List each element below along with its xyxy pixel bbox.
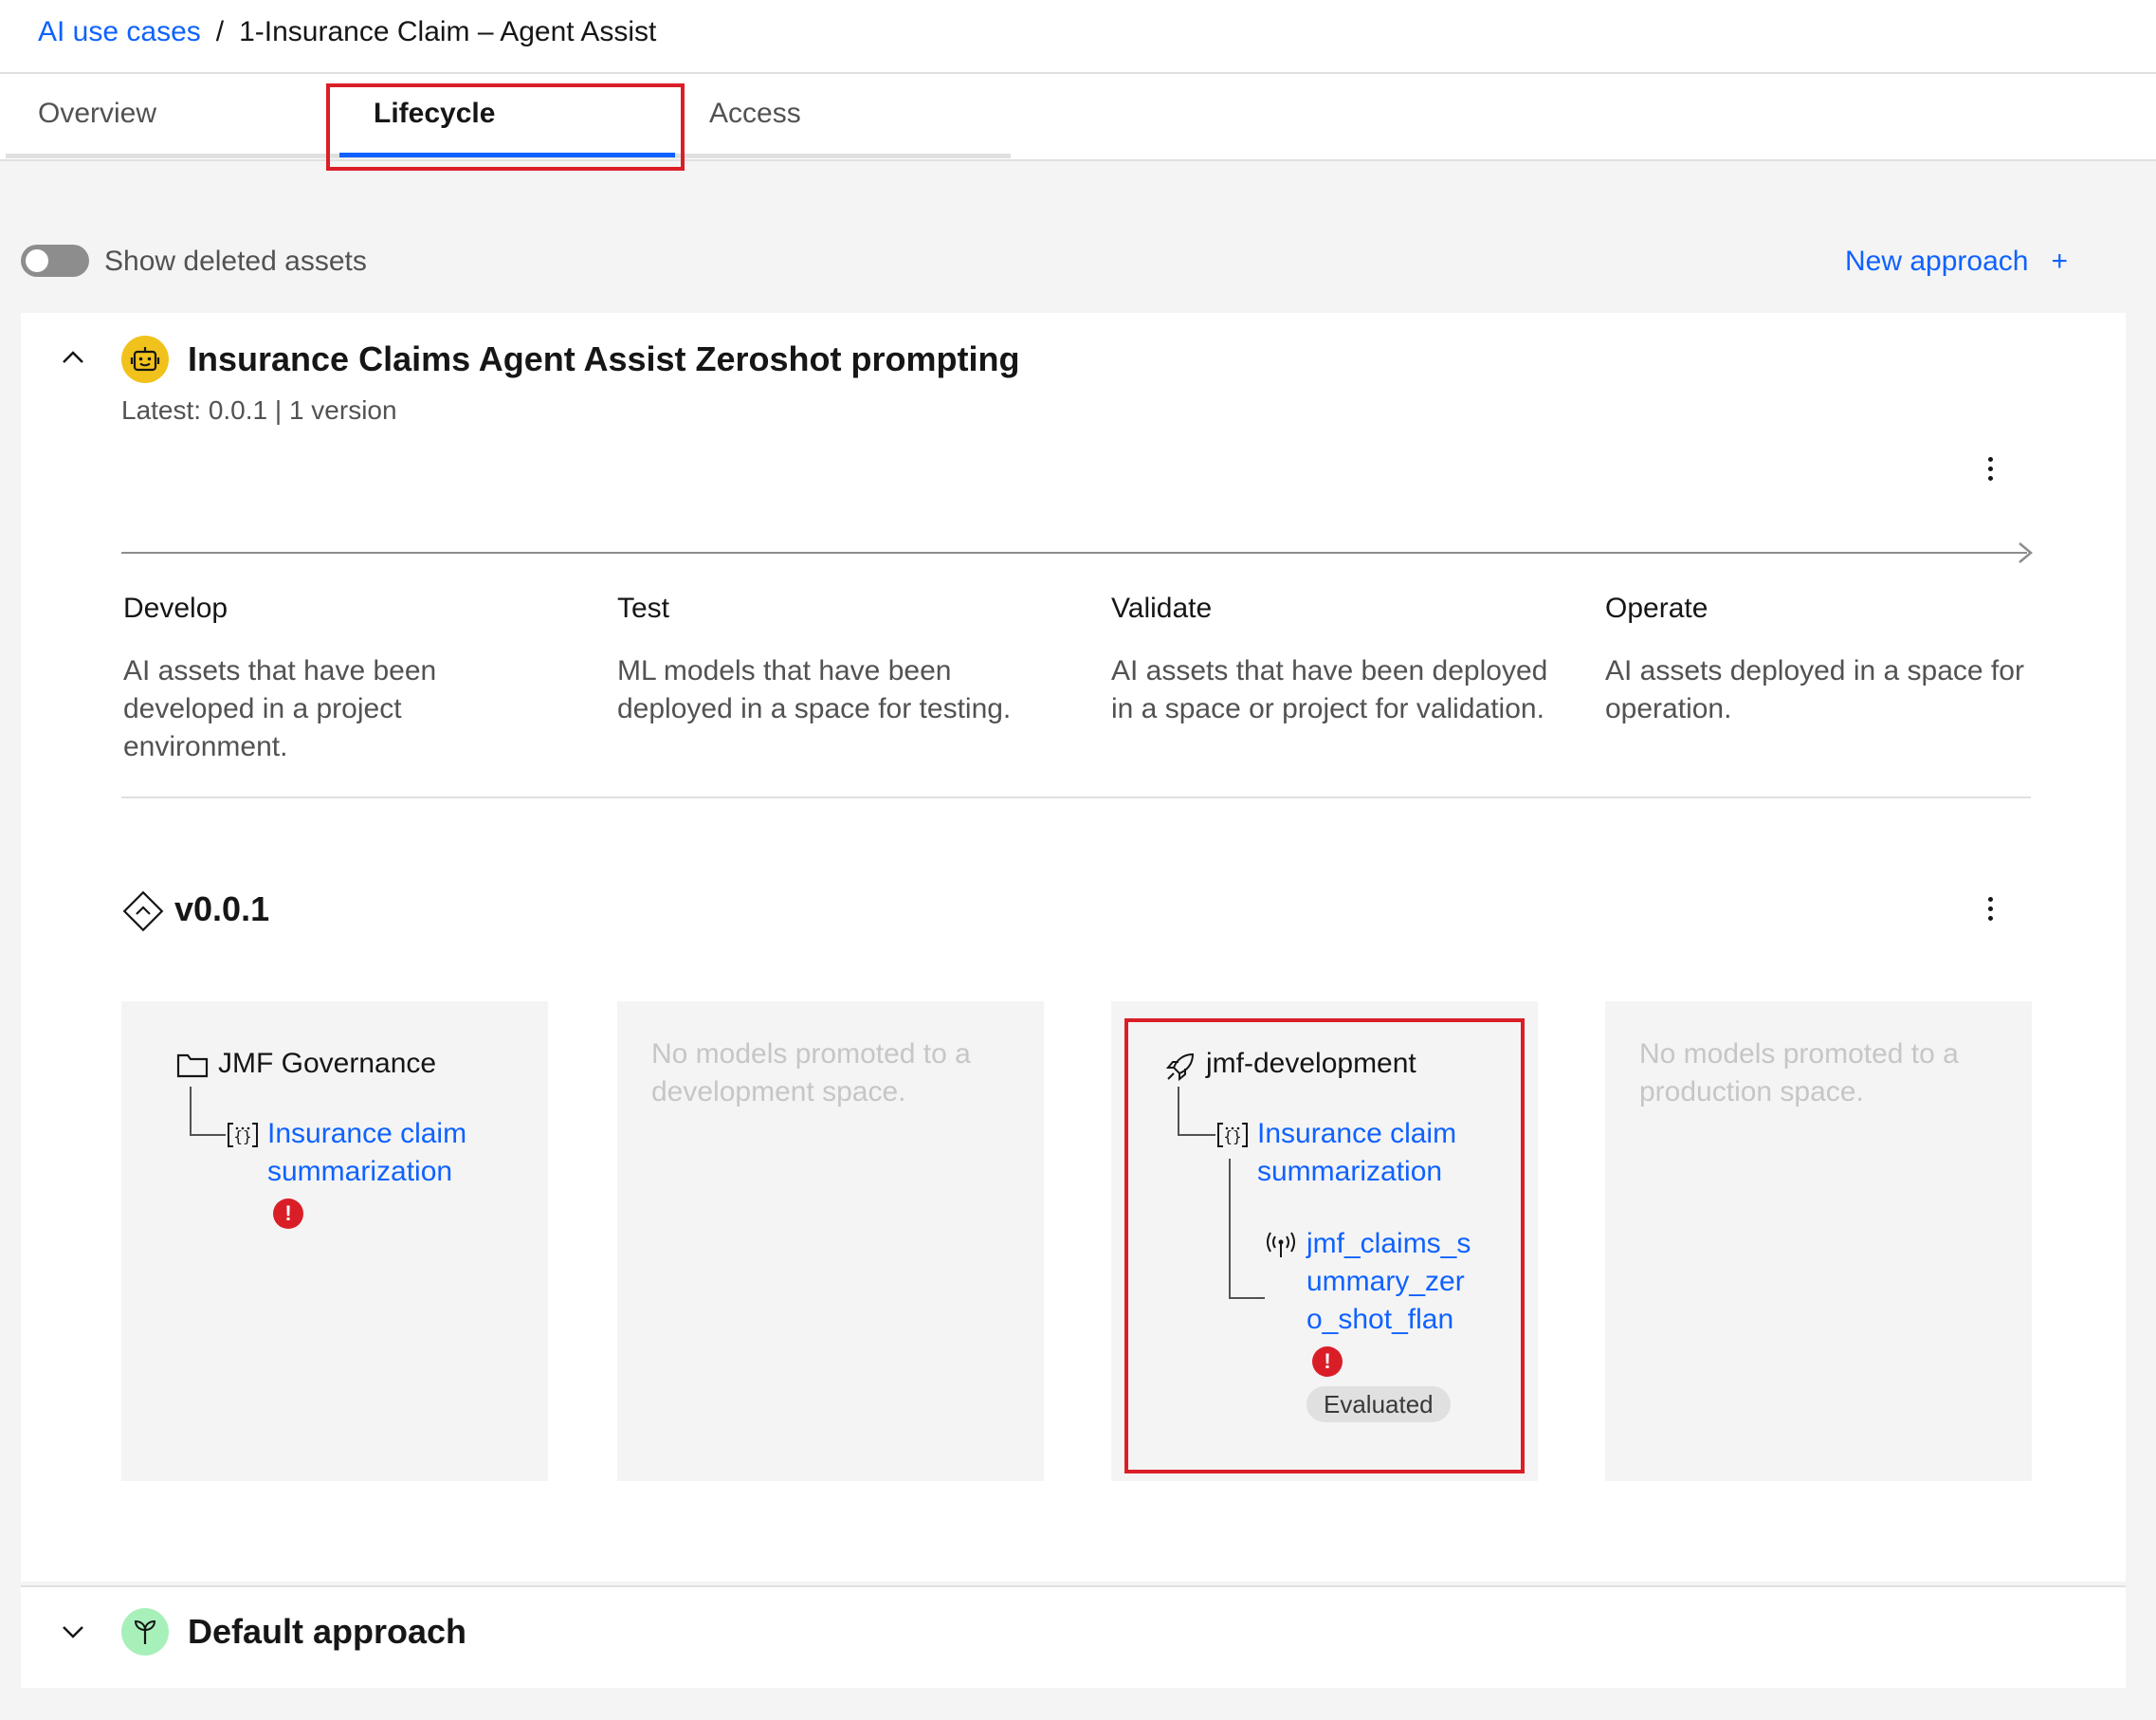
robot-icon xyxy=(121,336,169,383)
develop-tree-connector xyxy=(190,1087,226,1136)
default-approach-title[interactable]: Default approach xyxy=(188,1610,466,1654)
version-label: v0.0.1 xyxy=(174,889,270,928)
validate-asset-link-line1[interactable]: Insurance claim xyxy=(1257,1115,1456,1153)
tab-lifecycle[interactable]: Lifecycle xyxy=(374,95,495,133)
validate-deployment-link-line1[interactable]: jmf_claims_s xyxy=(1306,1225,1471,1263)
new-approach-label: New approach xyxy=(1845,246,2029,277)
version-overflow-menu-icon[interactable] xyxy=(1976,889,2004,927)
operate-stage-box: No models promoted to a production space… xyxy=(1605,1001,2032,1481)
phase-operate-title: Operate xyxy=(1605,593,1708,624)
toggle-knob xyxy=(26,249,48,272)
lifecycle-arrow-line xyxy=(121,552,2027,554)
rocket-icon xyxy=(1165,1052,1195,1082)
svg-text:{}: {} xyxy=(1223,1127,1241,1145)
develop-project-name[interactable]: JMF Governance xyxy=(218,1045,436,1083)
approach-title: Insurance Claims Agent Assist Zeroshot p… xyxy=(188,339,1020,378)
arrow-right-icon xyxy=(2019,542,2033,563)
prompt-template-icon: {} xyxy=(1217,1123,1248,1147)
deployment-icon xyxy=(1267,1232,1295,1257)
breadcrumb-separator: / xyxy=(215,16,225,47)
tab-bar xyxy=(0,74,2156,161)
breadcrumb: AI use cases / 1-Insurance Claim – Agent A… xyxy=(38,13,656,51)
new-approach-button[interactable]: New approach + xyxy=(1845,243,2068,281)
test-stage-box: No models promoted to a development spac… xyxy=(617,1001,1044,1481)
validate-deployment-link-line2[interactable]: ummary_zer xyxy=(1306,1263,1465,1301)
operate-empty-message: No models promoted to a production space… xyxy=(1639,1038,1959,1107)
phase-develop-description: AI assets that have been developed in a … xyxy=(123,655,437,762)
phase-test-title: Test xyxy=(617,593,670,624)
validate-stage-box: jmf-development {} Insurance claim summa… xyxy=(1111,1001,1538,1481)
tab-active-indicator xyxy=(339,153,675,157)
approach-latest-version: Latest: 0.0.1 | 1 version xyxy=(121,395,397,425)
version-icon xyxy=(122,890,164,932)
validate-space-name[interactable]: jmf-development xyxy=(1206,1045,1416,1083)
validate-asset-link-line2[interactable]: summarization xyxy=(1257,1153,1442,1191)
evaluated-tag: Evaluated xyxy=(1306,1386,1451,1422)
folder-icon xyxy=(176,1053,209,1078)
error-icon: ! xyxy=(1312,1346,1343,1377)
show-deleted-label: Show deleted assets xyxy=(104,246,367,277)
sprout-icon xyxy=(121,1608,169,1656)
add-icon: + xyxy=(2051,246,2068,277)
tab-access[interactable]: Access xyxy=(709,95,801,133)
prompt-template-icon: {} xyxy=(228,1123,258,1147)
validate-deployment-link-line3[interactable]: o_shot_flan xyxy=(1306,1301,1453,1339)
phase-validate-description: AI assets that have been deployed in a s… xyxy=(1111,655,1548,724)
show-deleted-toggle[interactable] xyxy=(21,245,89,277)
breadcrumb-ai-use-cases-link[interactable]: AI use cases xyxy=(38,16,201,47)
approach-overflow-menu-icon[interactable] xyxy=(1976,449,2004,487)
phase-validate-title: Validate xyxy=(1111,593,1213,624)
phase-divider xyxy=(121,796,2031,798)
chevron-up-icon[interactable] xyxy=(59,343,87,372)
svg-text:{}: {} xyxy=(233,1127,251,1145)
develop-asset-link-line2[interactable]: summarization xyxy=(267,1153,452,1191)
phase-test-description: ML models that have been deployed in a s… xyxy=(617,655,1012,724)
develop-stage-box: JMF Governance {} Insurance claim summar… xyxy=(121,1001,548,1481)
validate-deployment-tree-connector xyxy=(1229,1159,1265,1299)
validate-tree-connector xyxy=(1178,1087,1215,1136)
chevron-down-icon[interactable] xyxy=(59,1618,87,1646)
develop-asset-link-line1[interactable]: Insurance claim xyxy=(267,1115,466,1153)
tab-overview[interactable]: Overview xyxy=(38,95,156,133)
error-icon: ! xyxy=(273,1199,303,1229)
phase-operate-description: AI assets deployed in a space for operat… xyxy=(1605,655,2024,724)
breadcrumb-current: 1-Insurance Claim – Agent Assist xyxy=(239,16,657,47)
phase-develop-title: Develop xyxy=(123,593,228,624)
test-empty-message: No models promoted to a development spac… xyxy=(651,1038,971,1107)
